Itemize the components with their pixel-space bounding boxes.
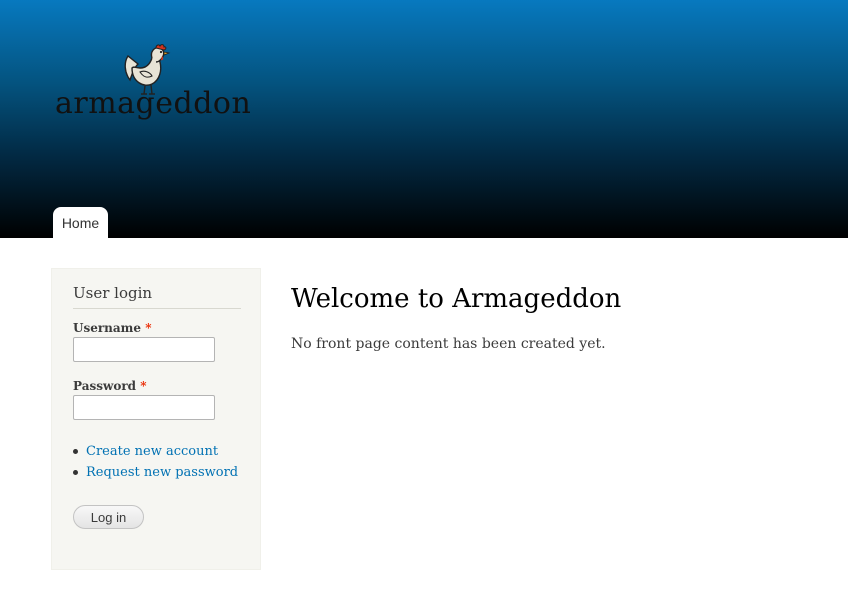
user-login-block: User login Username * Password * Create …	[51, 268, 261, 570]
password-label: Password *	[73, 379, 147, 393]
page-text: No front page content has been created y…	[291, 336, 606, 352]
request-password-link[interactable]: Request new password	[86, 465, 238, 480]
required-marker: *	[140, 379, 147, 393]
tab-home[interactable]: Home	[53, 207, 108, 238]
login-button[interactable]: Log in	[73, 505, 144, 529]
username-label: Username *	[73, 321, 151, 335]
username-field[interactable]	[73, 337, 215, 362]
create-account-link[interactable]: Create new account	[86, 444, 218, 459]
password-label-text: Password	[73, 379, 137, 393]
site-name[interactable]: armageddon	[55, 86, 251, 121]
username-label-text: Username	[73, 321, 142, 335]
password-field[interactable]	[73, 395, 215, 420]
bullet-icon	[73, 470, 78, 475]
user-links: Create new account Request new password	[73, 441, 238, 483]
page-title: Welcome to Armageddon	[291, 284, 622, 314]
bullet-icon	[73, 449, 78, 454]
required-marker: *	[145, 321, 152, 335]
list-item: Create new account	[73, 441, 238, 462]
block-title: User login	[73, 284, 241, 309]
list-item: Request new password	[73, 462, 238, 483]
site-header: armageddon Home	[0, 0, 848, 238]
